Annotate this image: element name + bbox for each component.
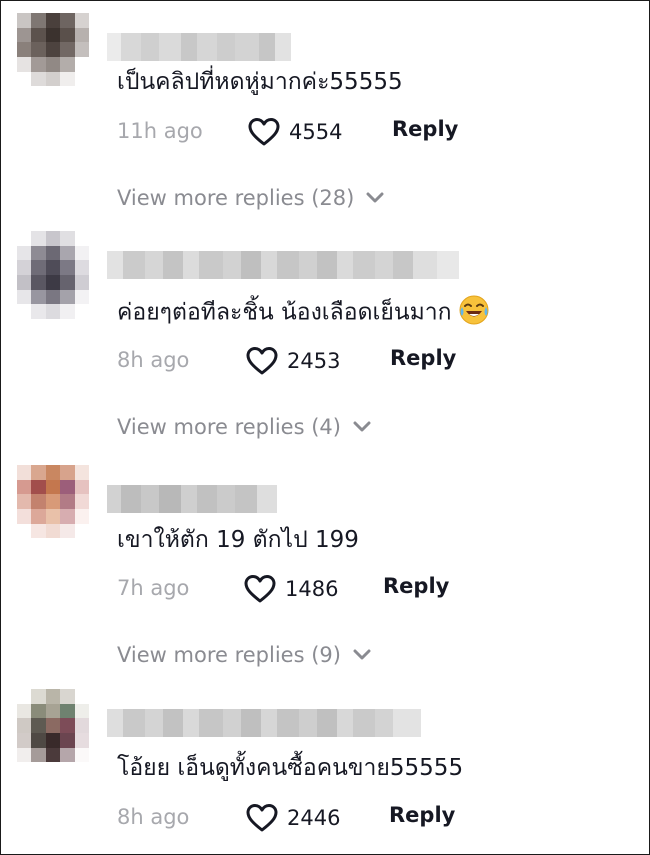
heart-outline-icon (246, 804, 278, 832)
view-more-replies[interactable]: View more replies (9) (117, 640, 371, 670)
view-more-replies[interactable]: View more replies (28) (117, 183, 384, 213)
timestamp: 11h ago (117, 119, 203, 143)
chevron-down-icon (353, 649, 371, 660)
timestamp: 7h ago (117, 576, 190, 600)
like-count: 1486 (285, 577, 339, 601)
username-redacted[interactable] (107, 33, 291, 61)
view-more-label: View more replies (9) (117, 643, 341, 667)
like-button[interactable]: 2446 (245, 801, 340, 835)
comment-text-content: ค่อยๆต่อทีละชิ้น น้องเลือดเย็นมาก (117, 299, 452, 326)
username-redacted[interactable] (107, 251, 459, 279)
timestamp: 8h ago (117, 805, 190, 829)
reply-button[interactable]: Reply (390, 346, 456, 370)
comment-text: เขาให้ตัก 19 ตักไป 199 (117, 527, 359, 553)
reply-button[interactable]: Reply (389, 803, 455, 827)
avatar[interactable] (17, 689, 89, 777)
reply-button[interactable]: Reply (392, 117, 458, 141)
username-redacted[interactable] (107, 485, 277, 513)
view-more-replies[interactable]: View more replies (4) (117, 412, 371, 442)
view-more-label: View more replies (4) (117, 415, 341, 439)
comment-actions: 11h ago 4554 Reply (117, 115, 537, 149)
comment-actions: 8h ago 2453 Reply (117, 344, 537, 378)
like-count: 2446 (287, 806, 341, 830)
heart-outline-icon (244, 575, 276, 603)
chevron-down-icon (353, 421, 371, 432)
username-redacted[interactable] (107, 709, 439, 737)
heart-outline-icon (248, 118, 280, 146)
like-count: 4554 (289, 120, 343, 144)
avatar[interactable] (17, 231, 89, 319)
comment-text: โอ้ยย เอ็นดูทั้งคนซื้อคนขาย55555 (117, 755, 464, 781)
like-button[interactable]: 1486 (243, 572, 338, 606)
like-button[interactable]: 4554 (247, 115, 342, 149)
like-count: 2453 (287, 349, 341, 373)
avatar[interactable] (17, 13, 89, 101)
timestamp: 8h ago (117, 348, 190, 372)
chevron-down-icon (366, 192, 384, 203)
comment-text: เป็นคลิปที่หดหู่มากค่ะ55555 (117, 69, 403, 95)
avatar[interactable] (17, 465, 89, 553)
comment-text: ค่อยๆต่อทีละชิ้น น้องเลือดเย็นมาก (117, 295, 490, 329)
comments-panel: เป็นคลิปที่หดหู่มากค่ะ55555 11h ago 4554… (0, 0, 650, 855)
view-more-label: View more replies (28) (117, 186, 355, 210)
comment-actions: 8h ago 2446 Reply (117, 801, 537, 835)
reply-button[interactable]: Reply (383, 574, 449, 598)
face-with-tears-of-joy-icon (459, 295, 489, 325)
comment-actions: 7h ago 1486 Reply (117, 572, 537, 606)
like-button[interactable]: 2453 (245, 344, 340, 378)
heart-outline-icon (246, 347, 278, 375)
